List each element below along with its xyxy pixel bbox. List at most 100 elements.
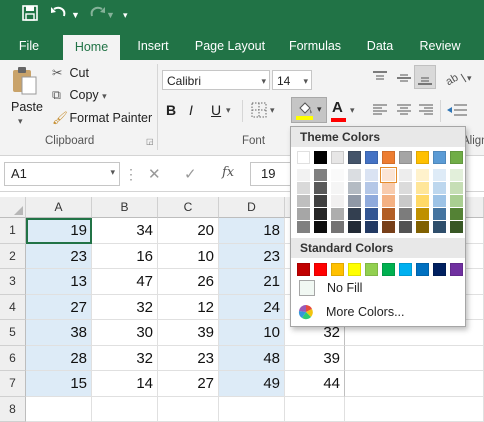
align-bottom-icon[interactable] [414,65,436,89]
row-header-8[interactable]: 8 [0,397,26,422]
orientation-icon[interactable]: ab [446,70,468,89]
standard-color-swatch[interactable] [314,263,327,276]
italic-button[interactable]: I [189,102,193,118]
column-header-d[interactable]: D [219,197,285,218]
paste-icon[interactable] [10,66,38,99]
bold-button[interactable]: B [166,102,176,118]
enter-icon[interactable]: ✓ [184,165,197,183]
select-all-corner[interactable] [0,197,26,218]
chevron-down-icon[interactable]: ▾ [303,71,308,91]
cell[interactable] [345,397,484,422]
no-fill-option[interactable]: No Fill [293,277,465,301]
font-color-dropdown-icon[interactable]: ▾ [350,105,355,116]
cell[interactable]: 49 [219,371,285,397]
cell[interactable] [92,397,158,422]
column-header-a[interactable]: A [26,197,92,218]
standard-color-swatch[interactable] [348,263,361,276]
drag-handle-icon[interactable]: ⋮ [124,166,137,183]
format-painter-button[interactable]: 🖌 Format Painter [52,111,152,126]
cell[interactable] [26,397,92,422]
cell[interactable] [345,346,484,372]
row-header-6[interactable]: 6 [0,346,26,372]
cell[interactable]: 47 [92,269,158,295]
font-color-button[interactable]: A [332,99,343,116]
cell[interactable]: 10 [158,244,219,270]
standard-color-swatch[interactable] [450,263,463,276]
chevron-down-icon[interactable]: ▾ [261,71,266,91]
column-header-b[interactable]: B [92,197,158,218]
column-header-c[interactable]: C [158,197,219,218]
cell[interactable]: 44 [285,371,345,397]
copy-dropdown-icon[interactable]: ▾ [102,91,107,101]
cell[interactable] [219,397,285,422]
row-header-4[interactable]: 4 [0,295,26,321]
standard-color-swatch[interactable] [297,263,310,276]
fill-dropdown-icon[interactable]: ▾ [317,104,322,115]
cell[interactable]: 24 [219,295,285,321]
cell[interactable]: 26 [158,269,219,295]
cell[interactable]: 27 [158,371,219,397]
row-header-3[interactable]: 3 [0,269,26,295]
undo-dropdown-icon[interactable]: ▼ [71,5,80,25]
standard-color-swatch[interactable] [331,263,344,276]
copy-button[interactable]: ⧉ Copy ▾ [52,88,107,103]
standard-color-swatch[interactable] [399,263,412,276]
row-header-1[interactable]: 1 [0,218,26,244]
cell[interactable]: 23 [26,244,92,270]
decrease-indent-icon[interactable] [446,102,468,121]
cell[interactable]: 13 [26,269,92,295]
cell[interactable]: 32 [92,346,158,372]
tab-formulas[interactable]: Formulas [280,32,350,60]
cell[interactable]: 48 [219,346,285,372]
align-middle-icon[interactable] [396,70,412,89]
cell[interactable]: 21 [219,269,285,295]
cell[interactable]: 15 [26,371,92,397]
cell[interactable] [158,397,219,422]
paste-dropdown-icon[interactable]: ▾ [18,116,23,127]
align-top-icon[interactable] [372,70,388,89]
cell[interactable]: 32 [92,295,158,321]
orientation-dropdown-icon[interactable]: ▾ [467,73,472,84]
borders-dropdown-icon[interactable]: ▾ [270,105,275,116]
redo-dropdown-icon[interactable]: ▼ [106,5,115,25]
paste-button[interactable]: Paste [11,100,43,114]
tab-file[interactable]: File [8,32,50,60]
cell[interactable]: 27 [26,295,92,321]
align-left-icon[interactable] [372,102,388,121]
cell[interactable]: 20 [158,218,219,244]
fill-color-button[interactable]: ▾ [291,97,327,123]
standard-color-swatch[interactable] [433,263,446,276]
row-header-5[interactable]: 5 [0,320,26,346]
tab-page-layout[interactable]: Page Layout [188,32,272,60]
cell[interactable]: 18 [219,218,285,244]
insert-function-icon[interactable]: fx [222,165,234,180]
redo-icon[interactable] [88,5,106,27]
font-name-box[interactable]: Calibri ▾ [162,70,270,90]
cell[interactable]: 39 [285,346,345,372]
save-icon[interactable] [22,5,38,27]
row-header-7[interactable]: 7 [0,371,26,397]
standard-color-swatch[interactable] [382,263,395,276]
cell[interactable] [285,397,345,422]
align-center-icon[interactable] [396,102,412,121]
cell[interactable]: 28 [26,346,92,372]
cell[interactable]: 23 [158,346,219,372]
cell[interactable]: 12 [158,295,219,321]
formula-input[interactable]: 19 [250,162,294,186]
cell[interactable]: 23 [219,244,285,270]
borders-icon[interactable] [251,102,267,121]
more-colors-option[interactable]: More Colors... [293,302,463,324]
tab-data[interactable]: Data [358,32,402,60]
cell[interactable]: 14 [92,371,158,397]
cell[interactable] [345,371,484,397]
cell[interactable]: 34 [92,218,158,244]
cell[interactable]: 39 [158,320,219,346]
font-size-box[interactable]: 14 ▾ [272,70,312,90]
align-right-icon[interactable] [418,102,434,121]
standard-color-swatch[interactable] [365,263,378,276]
standard-color-swatch[interactable] [416,263,429,276]
clipboard-launcher-icon[interactable]: ◲ [146,137,154,146]
cell[interactable]: 38 [26,320,92,346]
underline-dropdown-icon[interactable]: ▾ [226,105,231,116]
tab-review[interactable]: Review [412,32,468,60]
